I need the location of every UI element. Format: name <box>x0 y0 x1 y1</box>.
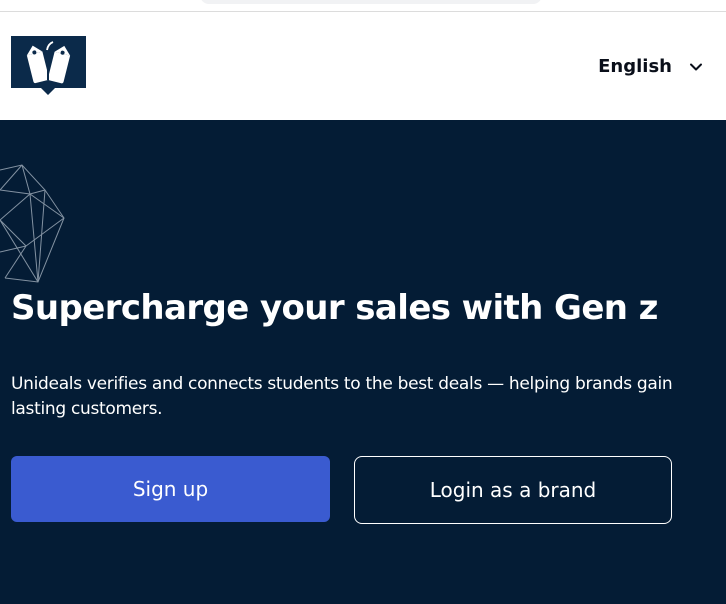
browser-top-bar <box>0 0 726 12</box>
language-label: English <box>598 56 672 77</box>
wireframe-polyhedron-icon <box>0 164 65 283</box>
sign-up-label: Sign up <box>132 477 209 501</box>
login-as-brand-label: Login as a brand <box>429 478 597 502</box>
unideals-logo-icon[interactable] <box>11 36 86 96</box>
chevron-down-icon <box>690 63 702 70</box>
hero-title: Supercharge your sales with Gen z <box>11 288 658 328</box>
address-bar[interactable] <box>200 0 542 4</box>
hero-section: Supercharge your sales with Gen z Unidea… <box>0 120 726 604</box>
sign-up-button[interactable]: Sign up <box>11 456 330 522</box>
language-selector[interactable]: English <box>598 56 704 77</box>
hero-subtitle: Unideals verifies and connects students … <box>11 374 673 419</box>
site-header: English <box>0 12 726 120</box>
login-as-brand-button[interactable]: Login as a brand <box>354 456 672 524</box>
